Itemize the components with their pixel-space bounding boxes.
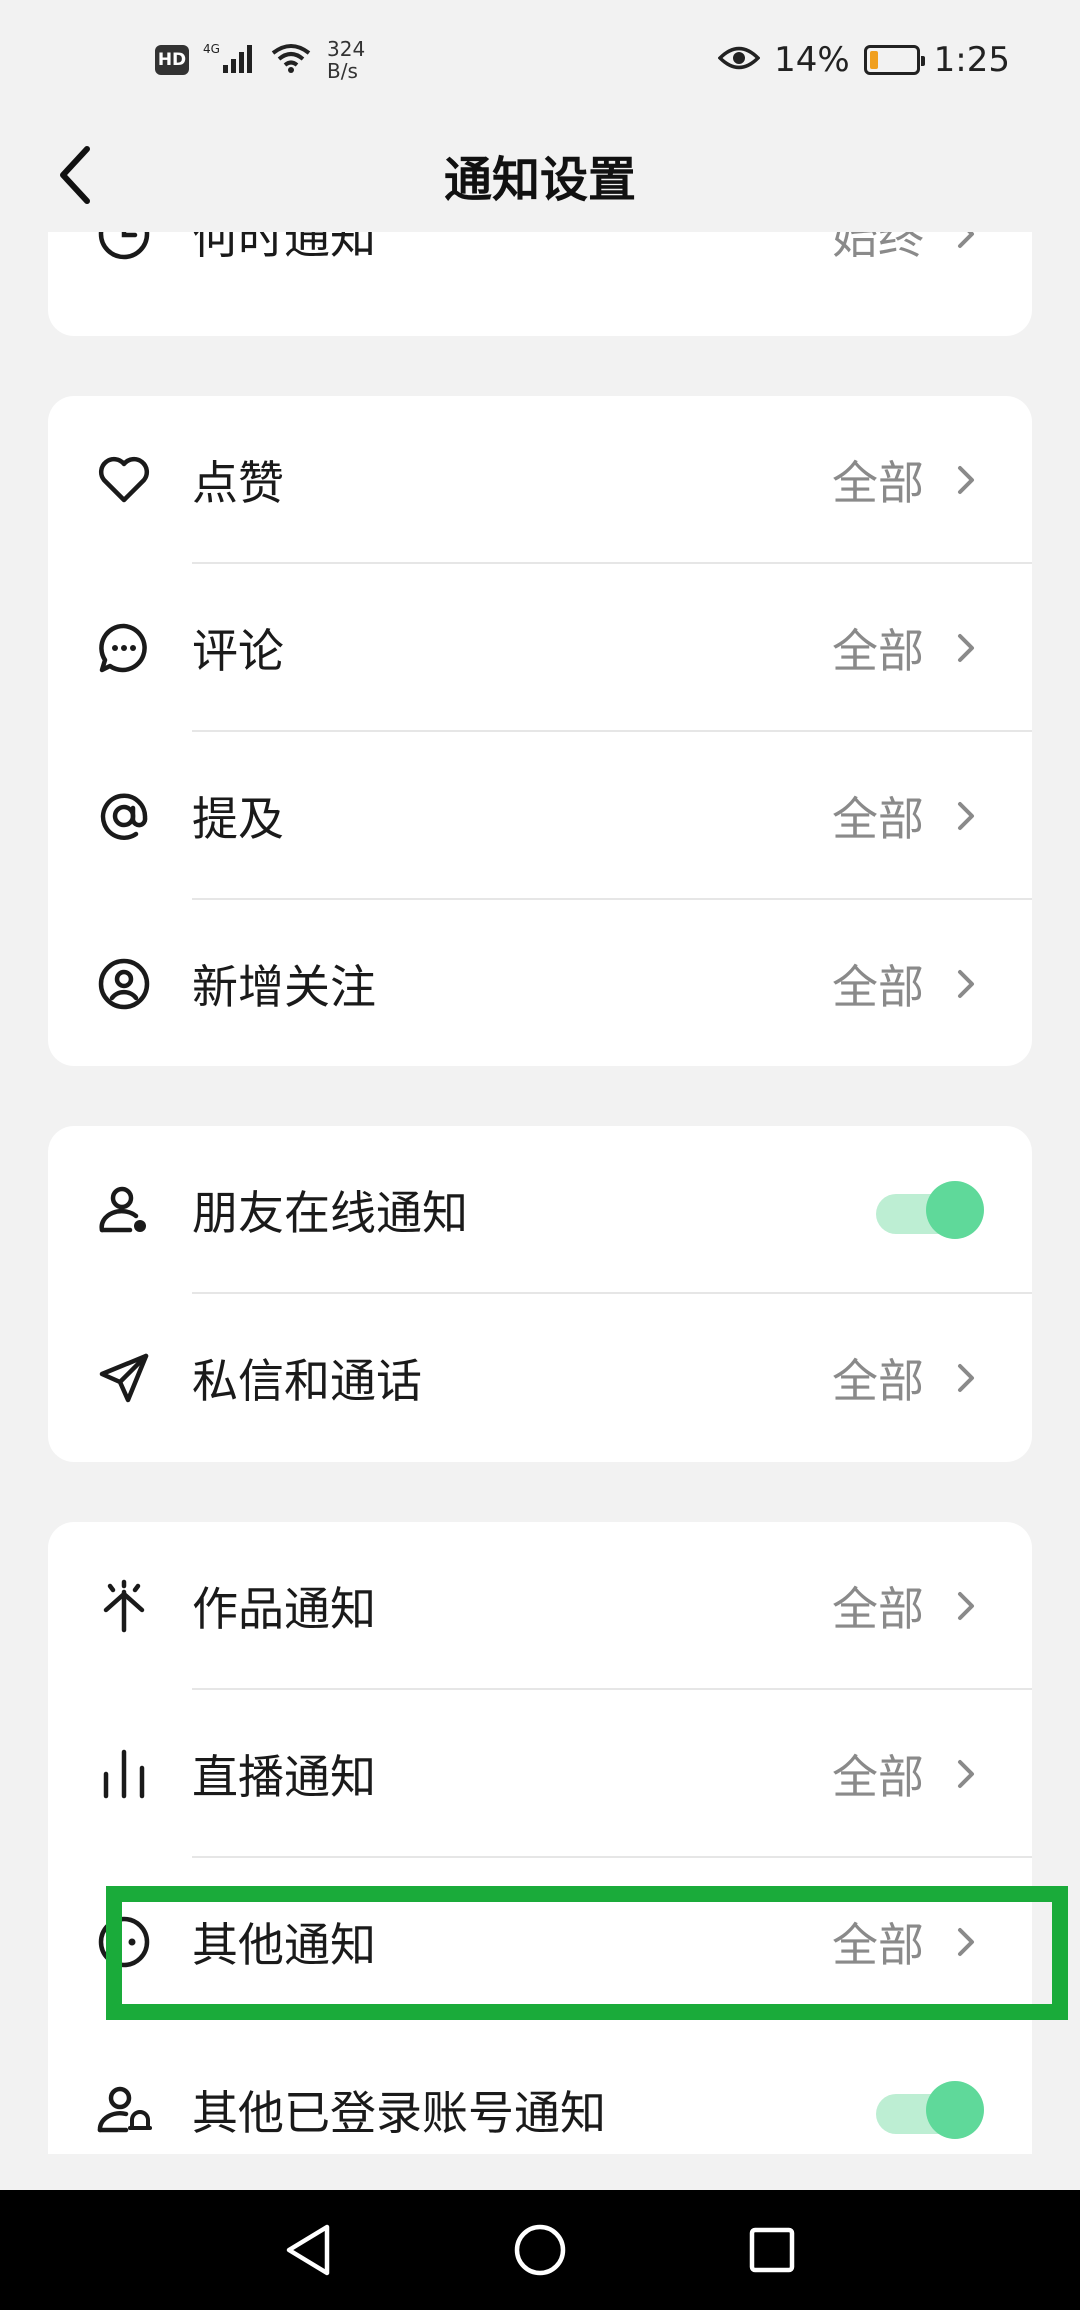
row-value: 始终 bbox=[832, 232, 924, 264]
chevron-right-icon bbox=[958, 1364, 974, 1392]
speed-unit: B/s bbox=[327, 59, 358, 83]
toggle-knob bbox=[926, 2081, 984, 2139]
header: 通知设置 bbox=[0, 120, 1080, 230]
status-left: HD 4G 324 B/s bbox=[155, 38, 365, 82]
row-other-accounts-notify[interactable]: 其他已登录账号通知 bbox=[48, 2026, 1032, 2154]
toggle-knob bbox=[926, 1181, 984, 1239]
battery-fill bbox=[869, 51, 878, 69]
comment-icon bbox=[96, 620, 152, 676]
row-label: 朋友在线通知 bbox=[192, 1186, 468, 1240]
card-when-notify: 何时通知 始终 bbox=[48, 232, 1032, 336]
row-value: 全部 bbox=[832, 624, 924, 678]
svg-text:4G: 4G bbox=[203, 42, 220, 56]
card-content-notify: 作品通知 全部 直播通知 全部 其他通知 全部 其他已登录账号通知 bbox=[48, 1522, 1032, 2154]
row-label: 直播通知 bbox=[192, 1750, 376, 1804]
nav-recents-button[interactable] bbox=[742, 2220, 802, 2280]
row-label: 评论 bbox=[192, 624, 284, 678]
user-online-icon bbox=[96, 1182, 152, 1238]
friend-online-toggle[interactable] bbox=[876, 1181, 984, 1239]
speed-value: 324 bbox=[327, 37, 366, 61]
row-comments[interactable]: 评论 全部 bbox=[48, 564, 1032, 732]
battery-percent: 14% bbox=[774, 40, 850, 80]
chevron-right-icon bbox=[958, 802, 974, 830]
row-label: 点赞 bbox=[192, 456, 284, 510]
card-interactions: 点赞 全部 评论 全部 提及 全部 新增关注 全部 bbox=[48, 396, 1032, 1066]
row-label: 提及 bbox=[192, 792, 284, 846]
eye-icon bbox=[717, 43, 761, 77]
page-title: 通知设置 bbox=[443, 152, 636, 208]
square-recents-icon bbox=[749, 2227, 795, 2273]
back-arrow-icon bbox=[60, 146, 90, 204]
row-messages-calls[interactable]: 私信和通话 全部 bbox=[48, 1294, 1032, 1462]
settings-list[interactable]: 何时通知 始终 点赞 全部 评论 全部 提及 全部 新增关注 全部 朋友在线通知… bbox=[0, 232, 1080, 2154]
row-other-notify[interactable]: 其他通知 全部 bbox=[48, 1858, 1032, 2026]
chevron-right-icon bbox=[958, 1760, 974, 1788]
row-value: 全部 bbox=[832, 960, 924, 1014]
status-right: 14% 1:25 bbox=[717, 40, 1010, 80]
chevron-right-icon bbox=[958, 1592, 974, 1620]
chevron-right-icon bbox=[958, 466, 974, 494]
clock-icon bbox=[96, 232, 152, 262]
hd-badge: HD bbox=[155, 45, 189, 75]
chevron-right-icon bbox=[958, 1928, 974, 1956]
row-mentions[interactable]: 提及 全部 bbox=[48, 732, 1032, 900]
triangle-back-icon bbox=[286, 2224, 330, 2276]
row-label: 私信和通话 bbox=[192, 1354, 422, 1408]
bars-icon bbox=[96, 1746, 152, 1802]
signal-icon: 4G bbox=[203, 41, 255, 79]
row-value: 全部 bbox=[832, 456, 924, 510]
send-icon bbox=[96, 1350, 152, 1406]
wifi-icon bbox=[269, 41, 313, 79]
nav-back-button[interactable] bbox=[278, 2220, 338, 2280]
card-friends: 朋友在线通知 私信和通话 全部 bbox=[48, 1126, 1032, 1462]
row-value: 全部 bbox=[832, 1750, 924, 1804]
back-button[interactable] bbox=[40, 140, 110, 210]
network-speed: 324 B/s bbox=[327, 38, 365, 82]
clock-time: 1:25 bbox=[933, 40, 1010, 80]
row-label: 新增关注 bbox=[192, 960, 376, 1014]
status-bar: HD 4G 324 B/s 14% 1:25 bbox=[0, 0, 1080, 120]
row-value: 全部 bbox=[832, 1354, 924, 1408]
row-live-notify[interactable]: 直播通知 全部 bbox=[48, 1690, 1032, 1858]
user-bell-icon bbox=[96, 2082, 152, 2138]
chevron-right-icon bbox=[958, 634, 974, 662]
battery-icon bbox=[863, 45, 925, 75]
row-when-notify[interactable]: 何时通知 始终 bbox=[48, 232, 1032, 318]
more-circle-icon bbox=[96, 1914, 152, 1970]
row-label: 作品通知 bbox=[192, 1582, 376, 1636]
row-new-followers[interactable]: 新增关注 全部 bbox=[48, 900, 1032, 1066]
row-label: 其他通知 bbox=[192, 1918, 376, 1972]
at-icon bbox=[96, 788, 152, 844]
row-value: 全部 bbox=[832, 1918, 924, 1972]
row-label: 何时通知 bbox=[192, 232, 376, 264]
sparkle-icon bbox=[96, 1578, 152, 1634]
row-likes[interactable]: 点赞 全部 bbox=[48, 396, 1032, 564]
row-value: 全部 bbox=[832, 792, 924, 846]
row-value: 全部 bbox=[832, 1582, 924, 1636]
row-friend-online[interactable]: 朋友在线通知 bbox=[48, 1126, 1032, 1294]
heart-icon bbox=[96, 452, 152, 508]
user-circle-icon bbox=[96, 956, 152, 1012]
circle-home-icon bbox=[514, 2224, 566, 2276]
row-label: 其他已登录账号通知 bbox=[192, 2086, 606, 2140]
chevron-right-icon bbox=[958, 232, 974, 248]
chevron-right-icon bbox=[958, 970, 974, 998]
other-accounts-toggle[interactable] bbox=[876, 2081, 984, 2139]
row-works-notify[interactable]: 作品通知 全部 bbox=[48, 1522, 1032, 1690]
nav-home-button[interactable] bbox=[510, 2220, 570, 2280]
system-nav-bar bbox=[0, 2190, 1080, 2310]
